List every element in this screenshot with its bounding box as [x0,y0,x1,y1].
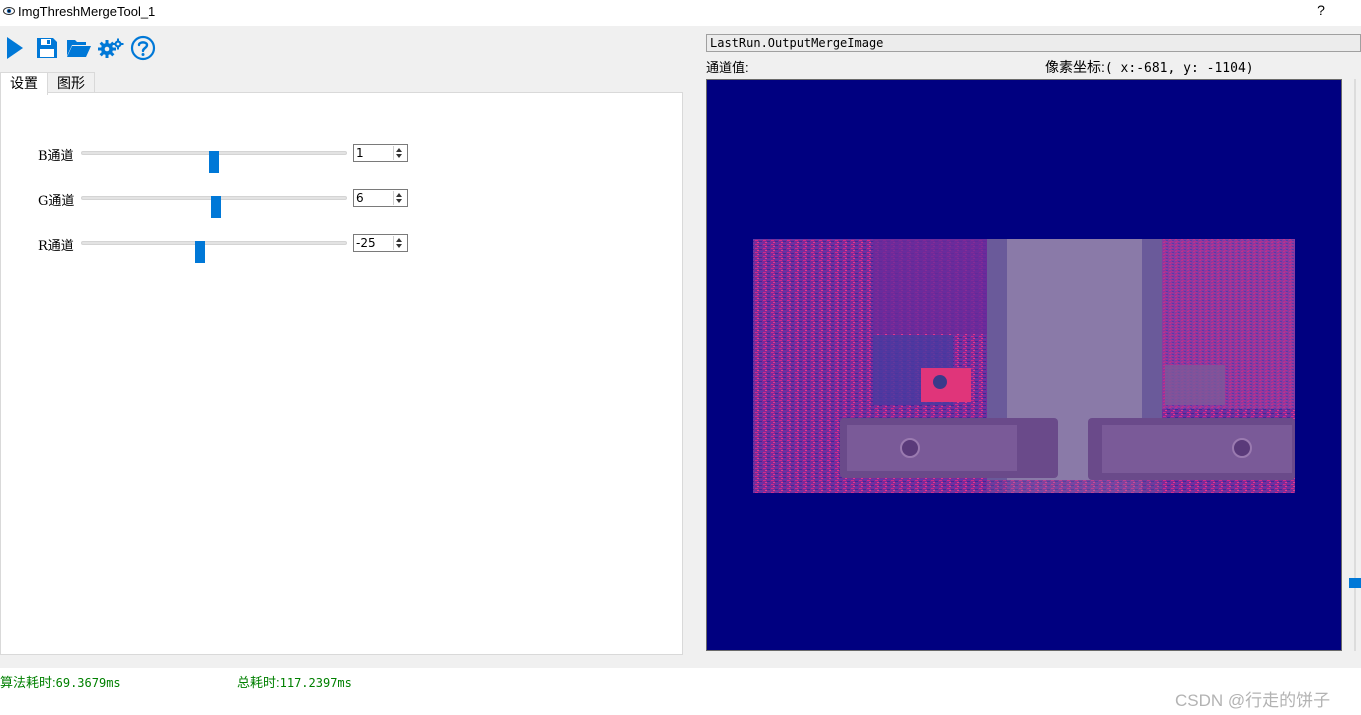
b-channel-slider[interactable] [81,151,347,173]
open-button[interactable] [66,35,92,61]
b-channel-value[interactable]: 1 [356,146,364,160]
spin-down-icon[interactable] [396,244,402,248]
pixel-coordinate-value: ( x:-681, y: -1104) [1104,61,1254,76]
channel-value-label: 通道值: [706,60,749,75]
r-channel-row: R通道 -25 [1,233,421,263]
pixel-coordinate-readout: 像素坐标:( x:-681, y: -1104) [1045,57,1254,77]
settings-button[interactable] [98,35,124,61]
total-time-status: 总耗时:117.2397ms [237,672,352,691]
scrollbar-thumb[interactable] [1349,578,1361,588]
help-button[interactable] [130,35,156,61]
merged-output-image[interactable] [707,80,1342,651]
help-circle-icon [130,35,156,61]
spin-up-icon[interactable] [396,238,402,242]
g-channel-slider[interactable] [81,196,347,218]
total-time-label: 总耗时: [237,675,280,690]
viewer-header: LastRun.OutputMergeImage [706,34,1361,52]
pixel-coordinate-label: 像素坐标: [1045,59,1105,75]
g-channel-value[interactable]: 6 [356,191,364,205]
r-channel-value[interactable]: -25 [356,236,376,250]
tab-bar: 设置 图形 [0,72,95,95]
spin-down-icon[interactable] [396,154,402,158]
window-help-button[interactable]: ? [1314,2,1328,18]
folder-open-icon [67,40,91,57]
r-channel-slider-thumb[interactable] [195,241,205,263]
title-bar: ImgThreshMergeTool_1 ? [0,0,1361,26]
r-channel-slider[interactable] [81,241,347,263]
g-channel-row: G通道 6 [1,188,421,218]
scrollbar-track[interactable] [1354,79,1356,651]
play-icon [7,37,23,59]
save-button[interactable] [34,35,60,61]
tab-settings[interactable]: 设置 [0,72,48,95]
b-channel-label: B通道 [38,149,74,164]
viewer-vertical-scrollbar[interactable] [1349,79,1361,651]
b-channel-spinbox[interactable]: 1 [353,144,408,162]
algorithm-time-status: 算法耗时:69.3679ms [0,672,121,691]
run-button[interactable] [2,35,28,61]
g-channel-label: G通道 [38,194,75,209]
spin-down-icon[interactable] [396,199,402,203]
r-channel-spinbox[interactable]: -25 [353,234,408,252]
image-viewer[interactable] [706,79,1342,651]
algorithm-time-label: 算法耗时: [0,675,56,690]
r-channel-label: R通道 [38,239,74,254]
b-channel-row: B通道 1 [1,143,421,173]
r-channel-spin-arrows[interactable] [393,236,406,250]
tab-graphics[interactable]: 图形 [47,72,95,94]
spin-up-icon[interactable] [396,148,402,152]
algorithm-time-value: 69.3679ms [55,676,121,690]
g-channel-spinbox[interactable]: 6 [353,189,408,207]
toolbar [2,34,156,62]
gear-icon [98,38,124,58]
b-channel-slider-thumb[interactable] [209,151,219,173]
main-area: 设置 图形 B通道 1 G通道 6 R通道 -25 LastRun.Output… [0,26,1361,668]
b-channel-spin-arrows[interactable] [393,146,406,160]
g-channel-spin-arrows[interactable] [393,191,406,205]
save-icon [37,38,57,58]
window-title: ImgThreshMergeTool_1 [18,4,156,19]
spin-up-icon[interactable] [396,193,402,197]
total-time-value: 117.2397ms [279,676,352,690]
watermark: CSDN @行走的饼子 [1175,691,1331,710]
g-channel-slider-thumb[interactable] [211,196,221,218]
settings-panel: B通道 1 G通道 6 R通道 -25 [0,92,683,655]
app-eye-icon [3,7,15,15]
